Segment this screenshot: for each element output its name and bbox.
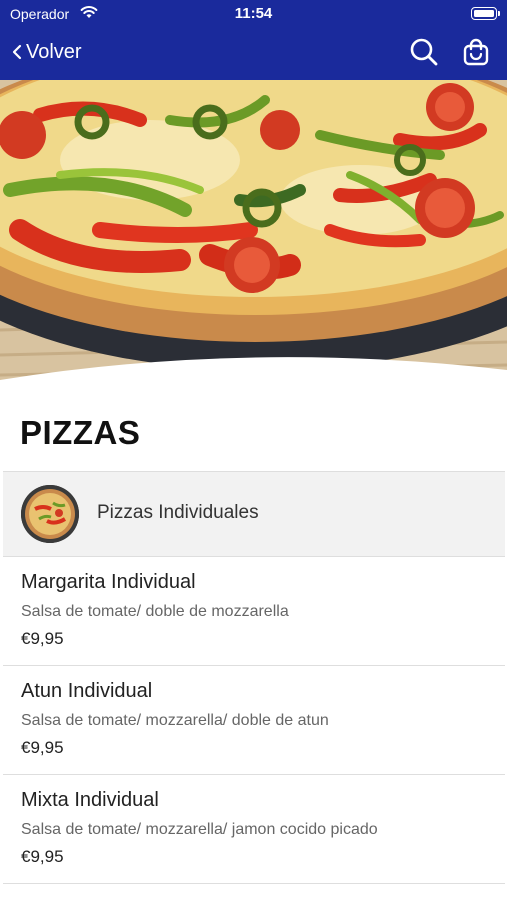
shopping-bag-icon[interactable] — [460, 36, 492, 68]
category-label: Pizzas Individuales — [97, 502, 259, 523]
chevron-left-icon — [12, 44, 22, 60]
clock: 11:54 — [234, 5, 273, 22]
item-name: Margarita Individual — [21, 571, 196, 593]
menu-item[interactable]: Mixta Individual Salsa de tomate/ mozzar… — [3, 775, 505, 884]
item-price: €9,95 — [21, 629, 64, 648]
hero-pizza-image — [0, 80, 507, 392]
search-icon[interactable] — [408, 36, 440, 68]
section-title: PIZZAS — [20, 414, 141, 451]
menu-item[interactable]: Atun Individual Salsa de tomate/ mozzare… — [3, 666, 505, 775]
category-thumbnail — [21, 485, 79, 543]
item-price: €9,95 — [21, 847, 64, 866]
status-bar: Operador 11:54 — [0, 0, 507, 28]
item-price: €9,95 — [21, 738, 64, 757]
top-bar: Operador 11:54 Volver — [0, 0, 507, 80]
item-name: Atun Individual — [21, 680, 153, 702]
back-button[interactable]: Volver — [12, 38, 82, 66]
item-description: Salsa de tomate/ mozzarella/ jamon cocid… — [21, 821, 378, 838]
back-label: Volver — [26, 40, 82, 63]
item-name: Mixta Individual — [21, 789, 159, 811]
category-row-pizzas-individuales[interactable]: Pizzas Individuales — [3, 471, 505, 557]
menu-item[interactable]: Margarita Individual Salsa de tomate/ do… — [3, 557, 505, 666]
item-description: Salsa de tomate/ mozzarella/ doble de at… — [21, 712, 329, 729]
item-description: Salsa de tomate/ doble de mozzarella — [21, 603, 289, 620]
battery-icon — [471, 7, 500, 20]
